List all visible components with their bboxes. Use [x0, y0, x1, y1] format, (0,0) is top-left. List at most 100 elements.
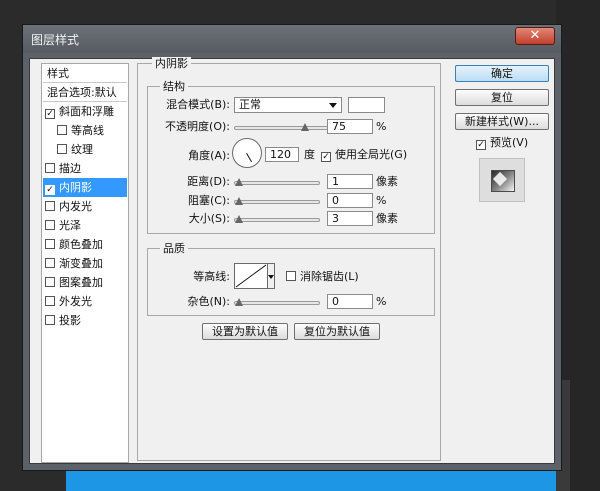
style-item-checkbox[interactable] — [45, 315, 55, 325]
size-input[interactable]: 3 — [327, 211, 373, 226]
style-item-label: 光泽 — [59, 219, 81, 232]
distance-slider[interactable] — [234, 178, 320, 186]
choke-slider-thumb[interactable] — [235, 197, 243, 205]
style-item-label: 渐变叠加 — [59, 257, 103, 270]
choke-slider[interactable] — [234, 197, 320, 205]
style-list-item[interactable]: 等高线 — [43, 121, 127, 140]
preview-label: 预览(V) — [490, 136, 529, 149]
style-list-item[interactable]: 颜色叠加 — [43, 235, 127, 254]
opacity-slider-thumb[interactable] — [301, 123, 309, 131]
ok-button[interactable]: 确定 — [455, 65, 549, 82]
dialog-title: 图层样式 — [31, 33, 80, 47]
preview-checkbox[interactable]: ✓ 预览(V) — [476, 136, 528, 150]
angle-dial[interactable] — [232, 138, 262, 168]
preview-thumbnail — [491, 170, 515, 192]
style-item-checkbox[interactable]: ✓ — [45, 109, 55, 119]
style-item-label: 外发光 — [59, 295, 92, 308]
style-list-item[interactable]: 描边 — [43, 159, 127, 178]
style-item-label: 投影 — [59, 314, 81, 327]
choke-input[interactable]: 0 — [327, 193, 373, 208]
blend-mode-select[interactable]: 正常 — [234, 97, 342, 113]
style-list-item[interactable]: 内发光 — [43, 197, 127, 216]
opacity-slider[interactable] — [234, 123, 330, 131]
reset-default-button[interactable]: 复位为默认值 — [294, 323, 380, 340]
anti-alias-check[interactable] — [286, 271, 296, 281]
panel-title: 内阴影 — [152, 57, 191, 70]
quality-legend: 品质 — [160, 242, 188, 255]
opacity-input[interactable]: 75 — [327, 119, 373, 134]
style-list-item[interactable]: 投影 — [43, 311, 127, 330]
size-unit: 像素 — [376, 212, 398, 225]
style-item-checkbox[interactable] — [45, 277, 55, 287]
opacity-label: 不透明度(O): — [165, 120, 230, 133]
style-list-header[interactable]: 样式 — [43, 64, 127, 83]
make-default-button[interactable]: 设置为默认值 — [202, 323, 288, 340]
global-light-check[interactable]: ✓ — [321, 152, 331, 162]
angle-input[interactable]: 120 — [265, 147, 299, 162]
global-light-label: 使用全局光(G) — [335, 148, 408, 161]
size-slider[interactable] — [234, 215, 320, 223]
style-item-checkbox[interactable] — [45, 220, 55, 230]
style-item-label: 图案叠加 — [59, 276, 103, 289]
angle-needle — [246, 153, 252, 163]
style-item-checkbox[interactable] — [45, 201, 55, 211]
layer-style-dialog: 图层样式 ✕ 样式 混合选项:默认 ✓ 斜面和浮雕等高线纹理描边 ✓ 内阴影内发光光泽… — [22, 24, 562, 471]
choke-label: 阻塞(C): — [188, 194, 230, 207]
style-item-label: 内阴影 — [59, 181, 92, 194]
dialog-body: 样式 混合选项:默认 ✓ 斜面和浮雕等高线纹理描边 ✓ 内阴影内发光光泽颜色叠加渐变叠… — [29, 57, 555, 464]
size-slider-thumb[interactable] — [235, 215, 243, 223]
style-list-item[interactable]: 图案叠加 — [43, 273, 127, 292]
quality-group: 品质 等高线: 消除锯齿(L) 杂色(N): 0 % — [147, 242, 435, 316]
reset-button[interactable]: 复位 — [455, 89, 549, 106]
style-item-checkbox[interactable] — [57, 144, 67, 154]
distance-input[interactable]: 1 — [327, 174, 373, 189]
style-item-label: 等高线 — [71, 124, 104, 137]
chevron-down-icon — [268, 275, 274, 279]
preview-check[interactable]: ✓ — [476, 140, 486, 150]
chevron-down-icon — [329, 103, 337, 108]
contour-label: 等高线: — [193, 270, 230, 283]
style-list-item[interactable]: 纹理 — [43, 140, 127, 159]
preview-highlight — [492, 171, 508, 187]
contour-dropdown[interactable] — [267, 263, 275, 289]
close-button[interactable]: ✕ — [515, 27, 555, 45]
style-list: 样式 混合选项:默认 ✓ 斜面和浮雕等高线纹理描边 ✓ 内阴影内发光光泽颜色叠加渐变叠… — [41, 63, 129, 463]
style-list-item[interactable]: ✓ 内阴影 — [43, 178, 127, 197]
structure-legend: 结构 — [160, 80, 188, 93]
title-bar[interactable]: 图层样式 ✕ — [23, 25, 561, 53]
style-list-item[interactable]: ✓ 斜面和浮雕 — [43, 102, 127, 121]
style-item-checkbox[interactable]: ✓ — [45, 185, 55, 195]
distance-slider-thumb[interactable] — [235, 178, 243, 186]
choke-unit: % — [376, 194, 387, 207]
noise-slider[interactable] — [234, 298, 320, 306]
style-item-checkbox[interactable] — [45, 239, 55, 249]
blend-options-item[interactable]: 混合选项:默认 — [43, 83, 127, 102]
new-style-button[interactable]: 新建样式(W)... — [455, 113, 549, 130]
noise-slider-thumb[interactable] — [235, 298, 243, 306]
style-list-item[interactable]: 光泽 — [43, 216, 127, 235]
style-item-checkbox[interactable] — [45, 296, 55, 306]
structure-group: 结构 混合模式(B): 正常 不透明度(O): 75 % 角度(A): 120 — [147, 80, 435, 234]
noise-input[interactable]: 0 — [327, 294, 373, 309]
style-item-checkbox[interactable] — [57, 125, 67, 135]
noise-label: 杂色(N): — [187, 295, 230, 308]
size-label: 大小(S): — [188, 212, 230, 225]
style-list-item[interactable]: 外发光 — [43, 292, 127, 311]
shadow-color-swatch[interactable] — [348, 97, 385, 113]
angle-unit: 度 — [304, 148, 315, 161]
style-item-checkbox[interactable] — [45, 258, 55, 268]
style-item-label: 描边 — [59, 162, 81, 175]
blend-mode-value: 正常 — [239, 98, 261, 111]
style-item-label: 内发光 — [59, 200, 92, 213]
noise-unit: % — [376, 295, 387, 308]
style-list-item[interactable]: 渐变叠加 — [43, 254, 127, 273]
global-light-checkbox[interactable]: ✓ 使用全局光(G) — [321, 148, 407, 162]
contour-curve-icon — [235, 264, 267, 288]
anti-alias-label: 消除锯齿(L) — [300, 270, 359, 283]
contour-picker[interactable] — [234, 263, 268, 289]
distance-label: 距离(D): — [187, 175, 230, 188]
style-item-checkbox[interactable] — [45, 163, 55, 173]
anti-alias-checkbox[interactable]: 消除锯齿(L) — [286, 270, 359, 284]
close-icon: ✕ — [529, 28, 541, 43]
distance-unit: 像素 — [376, 175, 398, 188]
